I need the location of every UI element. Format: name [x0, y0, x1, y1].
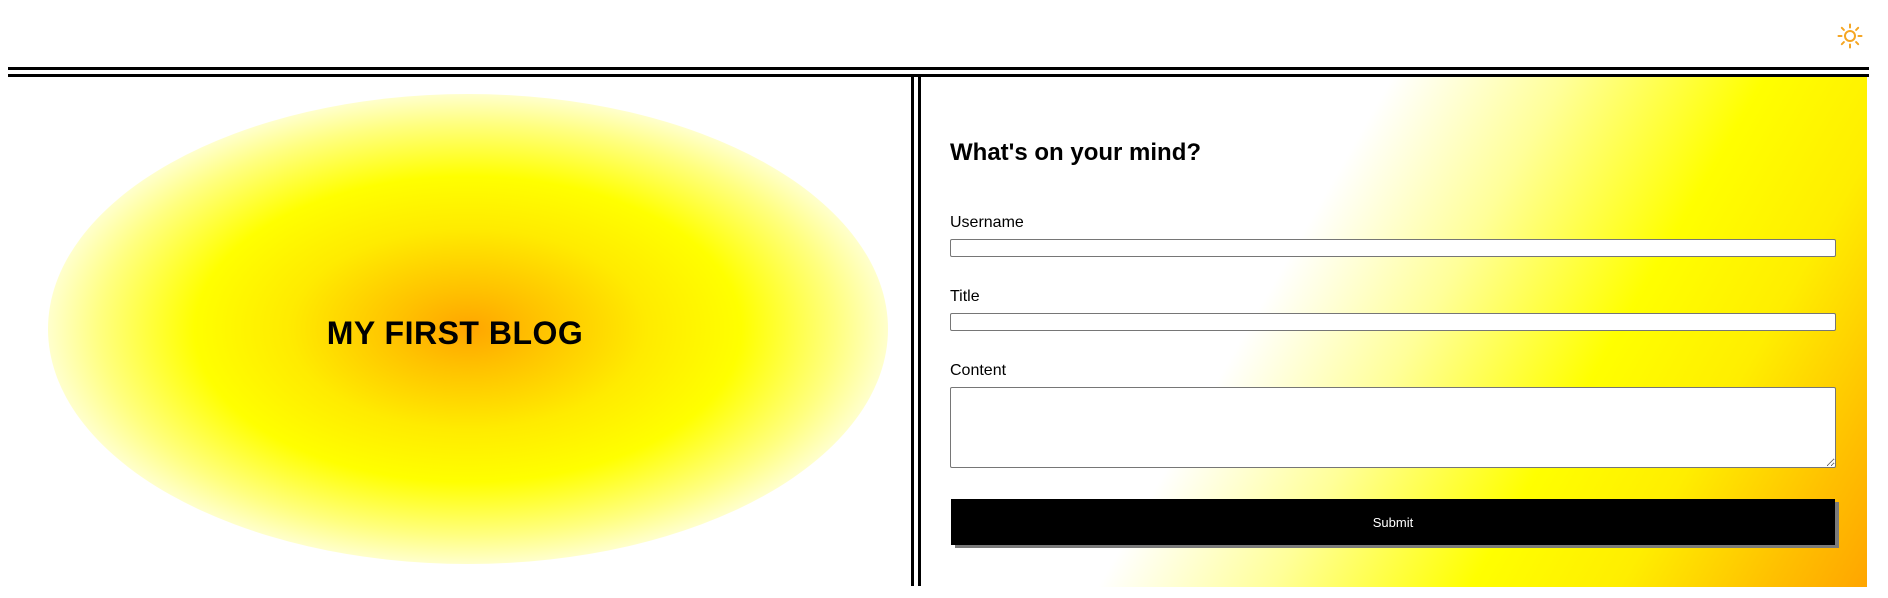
sun-icon: [1837, 23, 1863, 54]
title-label: Title: [950, 288, 980, 305]
username-label: Username: [950, 214, 1024, 231]
content-textarea[interactable]: [950, 387, 1836, 468]
top-bar: [0, 0, 1888, 66]
theme-toggle-button[interactable]: [1834, 22, 1866, 54]
post-form-panel: What's on your mind? Username Title Cont…: [921, 77, 1867, 587]
header-divider: [8, 67, 1869, 77]
form-heading: What's on your mind?: [950, 139, 1202, 166]
blog-title: MY FIRST BLOG: [326, 314, 584, 351]
panel-divider: [911, 76, 921, 586]
hero-panel: MY FIRST BLOG: [0, 78, 910, 588]
content-label: Content: [950, 362, 1007, 379]
submit-button[interactable]: Submit: [951, 499, 1835, 545]
title-input[interactable]: [950, 313, 1836, 331]
username-input[interactable]: [950, 239, 1836, 257]
